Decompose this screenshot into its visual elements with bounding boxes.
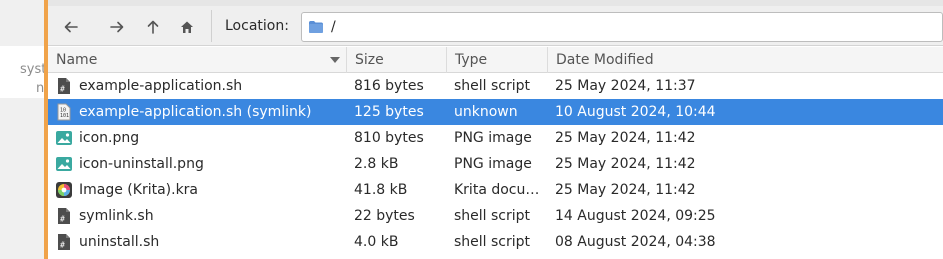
file-date: 14 August 2024, 09:25 (555, 208, 716, 224)
svg-text:101: 101 (60, 113, 69, 119)
file-date: 25 May 2024, 11:42 (555, 130, 696, 146)
shell-script-icon: # (55, 233, 73, 251)
location-input[interactable]: / (301, 12, 943, 42)
forward-button[interactable] (103, 13, 131, 41)
file-row[interactable]: 10 101 example-application.sh (symlink) 1… (48, 99, 943, 125)
binary-file-icon: 10 101 (55, 103, 73, 121)
file-date: 08 August 2024, 04:38 (555, 234, 716, 250)
file-row[interactable]: # example-application.sh 816 bytes shell… (48, 73, 943, 99)
file-size: 2.8 kB (354, 156, 399, 172)
toolbar-separator (211, 10, 212, 42)
column-size-label: Size (355, 52, 384, 68)
column-size[interactable]: Size (346, 47, 446, 73)
svg-text:#: # (60, 241, 65, 250)
file-size: 810 bytes (354, 130, 424, 146)
file-row[interactable]: # uninstall.sh 4.0 kB shell script 08 Au… (48, 229, 943, 255)
file-name: icon.png (79, 130, 140, 146)
folder-icon (309, 21, 323, 33)
back-button[interactable] (57, 13, 85, 41)
column-name[interactable]: Name (48, 47, 346, 73)
home-icon (181, 21, 193, 33)
file-name: icon-uninstall.png (79, 156, 204, 172)
file-type: PNG image (454, 156, 532, 172)
file-type: shell script (454, 78, 531, 94)
arrow-up-icon (147, 20, 159, 34)
column-type-label: Type (455, 52, 488, 68)
file-size: 22 bytes (354, 208, 415, 224)
shell-script-icon: # (55, 207, 73, 225)
file-type: unknown (454, 104, 518, 120)
file-date: 10 August 2024, 10:44 (555, 104, 716, 120)
file-name: uninstall.sh (79, 234, 160, 250)
up-button[interactable] (139, 13, 167, 41)
background-text: syst (20, 62, 47, 77)
file-type: PNG image (454, 130, 532, 146)
column-name-label: Name (56, 52, 98, 68)
file-date: 25 May 2024, 11:42 (555, 182, 696, 198)
column-date[interactable]: Date Modified (547, 47, 943, 73)
file-name: Image (Krita).kra (79, 182, 199, 198)
arrow-left-icon (64, 21, 78, 33)
file-type: shell script (454, 234, 531, 250)
column-date-label: Date Modified (556, 52, 654, 68)
file-row[interactable]: icon-uninstall.png 2.8 kB PNG image 25 M… (48, 151, 943, 177)
svg-text:#: # (60, 85, 65, 94)
file-list: # example-application.sh 816 bytes shell… (48, 73, 943, 255)
sort-descending-icon (330, 57, 340, 63)
file-size: 41.8 kB (354, 182, 408, 198)
file-row[interactable]: # symlink.sh 22 bytes shell script 14 Au… (48, 203, 943, 229)
file-name: symlink.sh (79, 208, 154, 224)
krita-file-icon (55, 181, 73, 199)
location-value: / (331, 19, 336, 35)
image-file-icon (55, 155, 73, 173)
toolbar: Location: / (48, 6, 943, 46)
file-type: Krita docu… (454, 182, 540, 198)
file-row[interactable]: icon.png 810 bytes PNG image 25 May 2024… (48, 125, 943, 151)
file-size: 125 bytes (354, 104, 424, 120)
file-name: example-application.sh (79, 78, 243, 94)
file-manager-window: Location: / Name Size Type Date Modified… (48, 0, 943, 259)
image-file-icon (55, 129, 73, 147)
background-window: syst n (0, 0, 47, 259)
svg-text:#: # (60, 215, 65, 224)
column-type[interactable]: Type (446, 47, 547, 73)
background-text: n (36, 81, 45, 96)
arrow-right-icon (110, 21, 124, 33)
file-size: 4.0 kB (354, 234, 399, 250)
file-row[interactable]: Image (Krita).kra 41.8 kB Krita docu… 25… (48, 177, 943, 203)
file-size: 816 bytes (354, 78, 424, 94)
shell-script-icon: # (55, 77, 73, 95)
file-date: 25 May 2024, 11:37 (555, 78, 696, 94)
home-button[interactable] (173, 13, 201, 41)
file-date: 25 May 2024, 11:42 (555, 156, 696, 172)
file-name: example-application.sh (symlink) (79, 104, 312, 120)
column-header: Name Size Type Date Modified (48, 47, 943, 73)
location-label: Location: (225, 18, 289, 34)
file-type: shell script (454, 208, 531, 224)
